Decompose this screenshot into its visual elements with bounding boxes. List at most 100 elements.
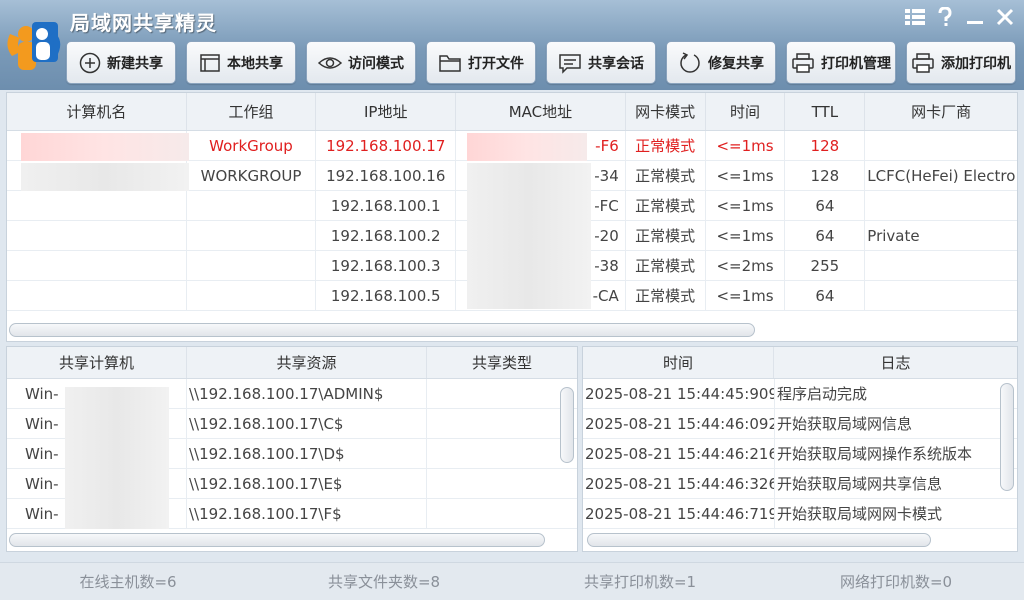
cell-computer-name — [7, 221, 187, 250]
printer-add-icon — [912, 52, 934, 73]
access-mode-label: 访问模式 — [348, 55, 404, 72]
open-file-button[interactable]: 打开文件 — [426, 41, 536, 84]
cell-ttl: 64 — [785, 191, 866, 220]
help-icon[interactable] — [934, 6, 956, 28]
printer-manage-label: 打印机管理 — [821, 55, 891, 72]
cell-time: <=1ms — [706, 191, 786, 220]
redacted-name — [21, 133, 189, 161]
col-log-message[interactable]: 日志 — [774, 347, 1017, 378]
list-item[interactable]: 2025-08-21 15:44:45:909 程序启动完成 — [583, 379, 1017, 409]
cell-log-time: 2025-08-21 15:44:46:326 — [583, 469, 775, 498]
cell-share-type — [427, 409, 563, 438]
shared-printer-count: 共享打印机数=1 — [583, 573, 697, 591]
cell-computer-name — [7, 281, 187, 310]
col-log-time[interactable]: 时间 — [583, 347, 775, 378]
repair-share-button[interactable]: 修复共享 — [666, 41, 776, 84]
cell-share-resource: \\192.168.100.17\ADMIN$ — [187, 379, 427, 408]
cell-time: <=2ms — [706, 251, 786, 280]
log-table-header: 时间 日志 — [583, 347, 1017, 379]
add-printer-button[interactable]: 添加打印机 — [906, 41, 1016, 84]
cell-workgroup — [187, 191, 317, 220]
col-mac[interactable]: MAC地址 — [456, 93, 626, 130]
host-table-header: 计算机名 工作组 IP地址 MAC地址 网卡模式 时间 TTL 网卡厂商 — [7, 93, 1017, 131]
list-item[interactable]: 2025-08-21 15:44:46:326 开始获取局域网共享信息 — [583, 469, 1017, 499]
cell-workgroup — [187, 251, 317, 280]
cell-log-message: 程序启动完成 — [777, 385, 868, 403]
title-bar: 局域网共享精灵 新建共享 本地共享 访问模式 打开文件 共享会话 修复共享 打印… — [0, 0, 1024, 90]
cell-log-message: 开始获取局域网网卡模式 — [777, 505, 943, 523]
cell-ip: 192.168.100.3 — [316, 251, 457, 280]
list-item[interactable]: 2025-08-21 15:44:46:092 开始获取局域网信息 — [583, 409, 1017, 439]
access-mode-button[interactable]: 访问模式 — [306, 41, 416, 84]
log-table-hscrollbar[interactable] — [587, 533, 931, 547]
cell-nic-mode: 正常模式 — [626, 131, 706, 160]
cell-nic-mode: 正常模式 — [626, 251, 706, 280]
share-session-button[interactable]: 共享会话 — [546, 41, 656, 84]
cell-share-resource: \\192.168.100.17\F$ — [187, 499, 427, 528]
cell-ttl: 64 — [785, 281, 866, 310]
redacted-name — [21, 163, 189, 191]
cell-vendor — [865, 281, 1017, 310]
cell-time: <=1ms — [706, 161, 786, 190]
col-share-type[interactable]: 共享类型 — [427, 347, 577, 378]
share-table-vscrollbar[interactable] — [560, 387, 574, 463]
col-vendor[interactable]: 网卡厂商 — [865, 93, 1017, 130]
cell-nic-mode: 正常模式 — [626, 281, 706, 310]
cell-log-time: 2025-08-21 15:44:46:216 — [583, 439, 775, 468]
printer-icon — [792, 52, 814, 73]
cell-workgroup — [187, 221, 317, 250]
cell-vendor: LCFC(HeFei) Electro — [867, 166, 1016, 185]
cell-log-message: 开始获取局域网操作系统版本 — [777, 445, 973, 463]
plus-circle-icon — [79, 52, 101, 73]
col-computer-name[interactable]: 计算机名 — [7, 93, 187, 130]
online-host-count: 在线主机数=6 — [79, 573, 177, 591]
cell-vendor — [865, 191, 1017, 220]
col-workgroup[interactable]: 工作组 — [187, 93, 317, 130]
window-icon — [200, 53, 220, 72]
app-title: 局域网共享精灵 — [70, 11, 217, 35]
log-table-vscrollbar[interactable] — [1000, 383, 1014, 491]
refresh-icon — [680, 51, 700, 73]
cell-computer-name — [7, 191, 187, 220]
cell-workgroup: WorkGroup — [187, 131, 317, 160]
chat-icon — [559, 53, 581, 74]
cell-time: <=1ms — [706, 131, 786, 160]
cell-log-message: 开始获取局域网信息 — [777, 415, 913, 433]
new-share-button[interactable]: 新建共享 — [66, 41, 176, 84]
cell-workgroup — [187, 281, 317, 310]
col-share-host[interactable]: 共享计算机 — [7, 347, 187, 378]
cell-log-time: 2025-08-21 15:44:45:909 — [583, 379, 775, 408]
host-table-hscrollbar[interactable] — [9, 323, 755, 337]
local-share-button[interactable]: 本地共享 — [186, 41, 296, 84]
cell-share-resource: \\192.168.100.17\D$ — [187, 439, 427, 468]
col-time[interactable]: 时间 — [706, 93, 786, 130]
cell-vendor: Private — [867, 226, 920, 245]
share-table-hscrollbar[interactable] — [9, 533, 545, 547]
col-ttl[interactable]: TTL — [785, 93, 866, 130]
list-item[interactable]: 2025-08-21 15:44:46:216 开始获取局域网操作系统版本 — [583, 439, 1017, 469]
menu-icon[interactable] — [904, 6, 926, 28]
shared-folder-count: 共享文件夹数=8 — [327, 573, 441, 591]
add-printer-label: 添加打印机 — [941, 55, 1011, 72]
cell-ttl: 64 — [785, 221, 866, 250]
toolbar: 新建共享 本地共享 访问模式 打开文件 共享会话 修复共享 打印机管理 添加打印… — [66, 41, 1016, 84]
cell-ttl: 128 — [785, 131, 866, 160]
cell-vendor — [865, 251, 1017, 280]
col-nic-mode[interactable]: 网卡模式 — [626, 93, 706, 130]
col-share-resource[interactable]: 共享资源 — [187, 347, 427, 378]
cell-log-message: 开始获取局域网共享信息 — [777, 475, 943, 493]
redacted-host — [65, 387, 169, 529]
cell-time: <=1ms — [706, 281, 786, 310]
cell-nic-mode: 正常模式 — [626, 221, 706, 250]
status-bar: 在线主机数=6 共享文件夹数=8 共享打印机数=1 网络打印机数=0 — [0, 562, 1024, 600]
local-share-label: 本地共享 — [227, 55, 283, 72]
cell-computer-name — [7, 251, 187, 280]
col-ip[interactable]: IP地址 — [316, 93, 457, 130]
printer-manage-button[interactable]: 打印机管理 — [786, 41, 896, 84]
cell-ip: 192.168.100.1 — [316, 191, 457, 220]
cell-time: <=1ms — [706, 221, 786, 250]
cell-vendor — [865, 131, 1017, 160]
minimize-icon[interactable] — [964, 6, 986, 28]
list-item[interactable]: 2025-08-21 15:44:46:719 开始获取局域网网卡模式 — [583, 499, 1017, 529]
close-icon[interactable] — [994, 6, 1016, 28]
